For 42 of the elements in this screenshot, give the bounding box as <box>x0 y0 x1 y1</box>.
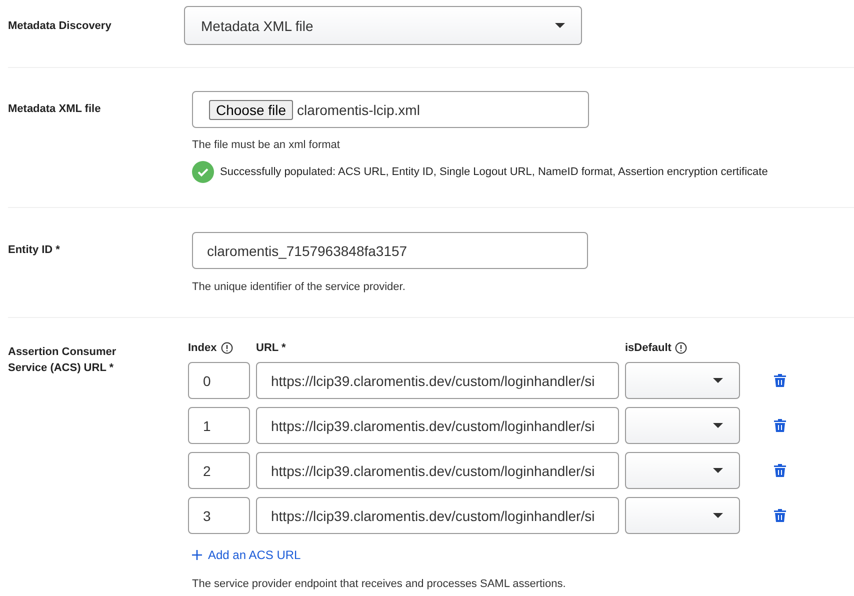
trash-icon[interactable] <box>774 464 786 477</box>
field-label: Metadata Discovery <box>8 19 112 34</box>
is-default-select[interactable] <box>625 362 740 399</box>
url-field[interactable]: https://lcip39.claromentis.dev/custom/loginhandler/si <box>256 362 619 399</box>
caret-icon <box>713 423 723 428</box>
trash-icon[interactable] <box>774 374 786 387</box>
info-icon <box>675 342 688 354</box>
file-input-field[interactable]: Choose file claromentis-lcip.xml <box>192 91 589 128</box>
column-header: URL * <box>256 342 286 354</box>
column-header: Index <box>188 342 217 354</box>
entity-id-field[interactable]: claromentis_7157963848fa3157 <box>192 232 588 269</box>
url-field[interactable]: https://lcip39.claromentis.dev/custom/loginhandler/si <box>256 497 619 534</box>
trash-icon[interactable] <box>774 419 786 432</box>
column-header: isDefault <box>625 342 672 354</box>
field-label: Assertion Consumer Service (ACS) URL * <box>8 345 118 376</box>
success-message: Successfully populated: ACS URL, Entity ID, Single Logout URL, NameID format, Assertion encryption certificate <box>220 166 768 178</box>
is-default-select[interactable] <box>625 407 740 444</box>
is-default-select[interactable] <box>625 452 740 489</box>
field-label: Metadata XML file <box>8 102 102 117</box>
field-hint: The file must be an xml format <box>192 139 341 151</box>
caret-icon <box>713 468 723 473</box>
choose-file-button[interactable]: Choose file <box>209 100 294 120</box>
field-label: Entity ID * <box>8 243 61 258</box>
field-hint: The unique identifier of the service provider. <box>192 281 406 293</box>
caret-icon <box>555 23 565 28</box>
url-field[interactable]: https://lcip39.claromentis.dev/custom/loginhandler/si <box>256 452 619 489</box>
metadata-discovery-select[interactable]: Metadata XML file <box>184 6 582 45</box>
index-field[interactable]: 1 <box>188 407 250 444</box>
caret-icon <box>713 513 723 518</box>
add-acs-url-link[interactable]: Add an ACS URL <box>192 548 854 562</box>
trash-icon[interactable] <box>774 509 786 522</box>
check-circle-icon <box>192 161 214 183</box>
field-hint: The service provider endpoint that receives and processes SAML assertions. <box>192 578 567 590</box>
plus-icon <box>192 550 202 560</box>
info-icon <box>220 342 233 354</box>
index-field[interactable]: 0 <box>188 362 250 399</box>
caret-icon <box>713 378 723 383</box>
index-field[interactable]: 2 <box>188 452 250 489</box>
is-default-select[interactable] <box>625 497 740 534</box>
url-field[interactable]: https://lcip39.claromentis.dev/custom/loginhandler/si <box>256 407 619 444</box>
file-name: claromentis-lcip.xml <box>297 102 420 118</box>
index-field[interactable]: 3 <box>188 497 250 534</box>
